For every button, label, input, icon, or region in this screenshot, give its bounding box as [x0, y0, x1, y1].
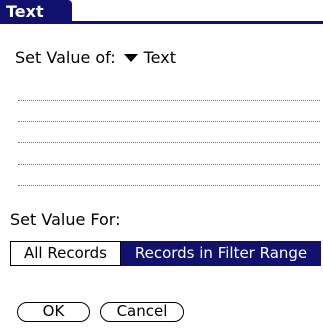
- triangle-down-icon: [123, 54, 138, 62]
- set-value-of-row: Set Value of: Text: [15, 48, 176, 68]
- text-entry-line[interactable]: [18, 185, 320, 186]
- ok-button[interactable]: OK: [17, 302, 90, 322]
- field-picker[interactable]: Text: [123, 48, 176, 68]
- title-underline: [0, 21, 323, 24]
- cancel-button[interactable]: Cancel: [100, 302, 184, 322]
- record-scope-selector: All Records Records in Filter Range: [10, 241, 321, 266]
- dialog-screen: Text Set Value of: Text Set Value For: A…: [0, 0, 323, 328]
- text-entry-line[interactable]: [18, 121, 320, 122]
- records-in-filter-range-button[interactable]: Records in Filter Range: [121, 241, 321, 266]
- text-entry-line[interactable]: [18, 100, 320, 101]
- set-value-for-label: Set Value For:: [10, 210, 121, 229]
- title-bar: Text: [0, 0, 323, 27]
- field-picker-value: Text: [143, 48, 176, 67]
- dialog-title: Text: [0, 0, 72, 23]
- set-value-of-label: Set Value of:: [15, 48, 116, 67]
- text-entry-line[interactable]: [18, 164, 320, 165]
- text-entry-line[interactable]: [18, 142, 320, 143]
- all-records-button[interactable]: All Records: [10, 241, 121, 266]
